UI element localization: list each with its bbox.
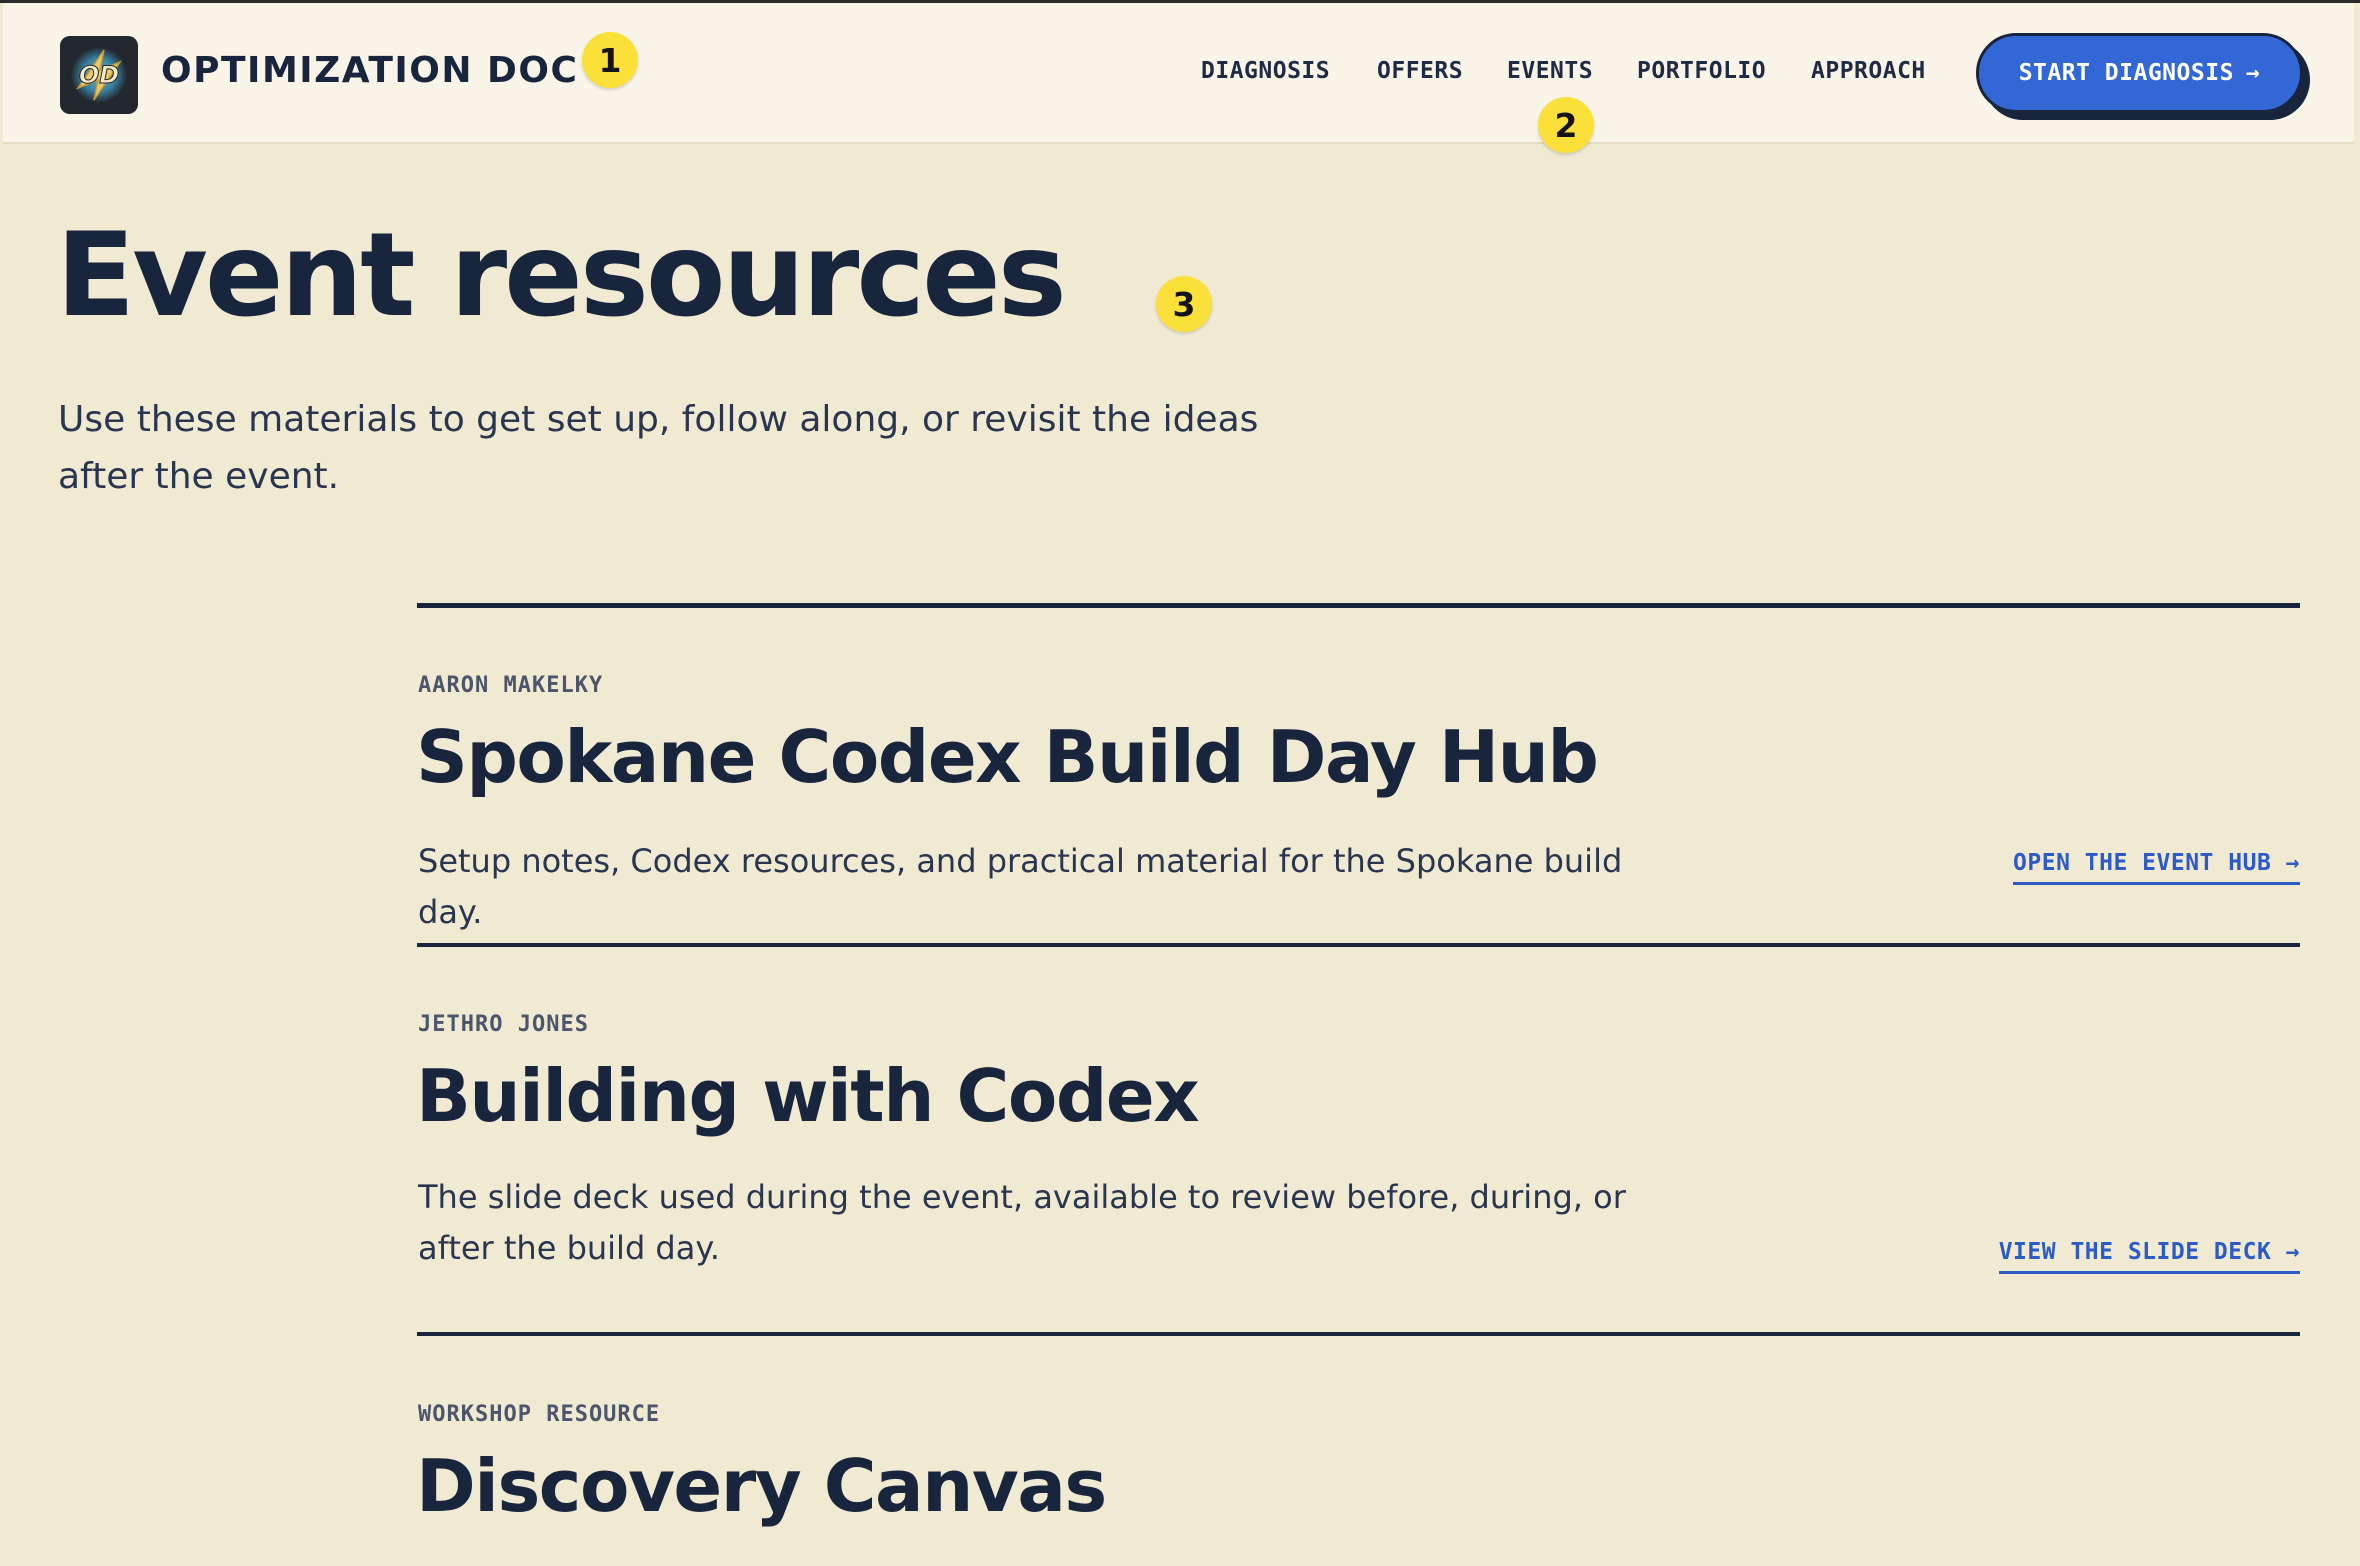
resource-description: The slide deck used during the event, av…: [418, 1178, 1626, 1267]
start-diagnosis-label: START DIAGNOSIS: [2018, 60, 2234, 86]
resource-author: AARON MAKELKY: [418, 673, 604, 698]
resource-title: Discovery Canvas: [416, 1444, 1107, 1528]
start-diagnosis-button[interactable]: START DIAGNOSIS →: [1976, 33, 2303, 113]
nav-diagnosis[interactable]: DIAGNOSIS: [1201, 58, 1330, 84]
resource-title: Spokane Codex Build Day Hub: [416, 715, 1599, 799]
resource-description: Setup notes, Codex resources, and practi…: [418, 842, 1623, 931]
svg-text:OD: OD: [79, 61, 119, 89]
brand-name[interactable]: OPTIMIZATION DOC: [161, 50, 578, 91]
nav-events[interactable]: EVENTS: [1507, 58, 1593, 84]
page: OD OPTIMIZATION DOC DIAGNOSIS OFFERS EVE…: [0, 0, 2360, 1566]
annotation-marker-1: 1: [582, 32, 638, 88]
page-title: Event resources: [56, 208, 1067, 343]
nav-portfolio[interactable]: PORTFOLIO: [1637, 58, 1766, 84]
logo-icon[interactable]: OD: [60, 36, 138, 114]
divider: [417, 603, 2300, 608]
resource-author: JETHRO JONES: [418, 1012, 589, 1037]
divider: [417, 943, 2300, 947]
divider: [417, 1332, 2300, 1336]
page-intro: Use these materials to get set up, follo…: [58, 399, 1259, 497]
arrow-right-icon: →: [2245, 60, 2261, 86]
open-event-hub-link[interactable]: OPEN THE EVENT HUB →: [2013, 850, 2300, 885]
annotation-marker-2: 2: [1538, 97, 1594, 153]
resource-title: Building with Codex: [416, 1054, 1200, 1138]
site-header: OD OPTIMIZATION DOC DIAGNOSIS OFFERS EVE…: [3, 3, 2354, 144]
annotation-marker-3: 3: [1156, 276, 1212, 332]
nav-offers[interactable]: OFFERS: [1377, 58, 1463, 84]
resource-category: WORKSHOP RESOURCE: [418, 1402, 661, 1427]
nav-approach[interactable]: APPROACH: [1811, 58, 1926, 84]
view-slide-deck-link[interactable]: VIEW THE SLIDE DECK →: [1998, 1239, 2300, 1274]
